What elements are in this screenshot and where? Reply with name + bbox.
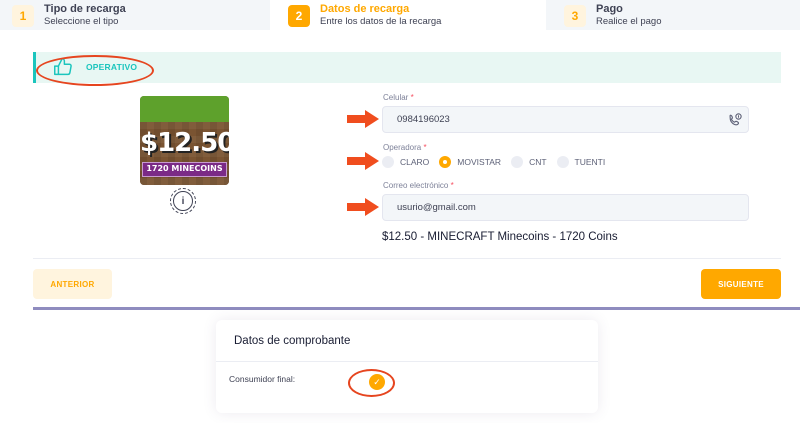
step-tipo-de-recarga[interactable]: 1 Tipo de recarga Seleccione el tipo bbox=[0, 0, 270, 30]
operator-label: Operadora * bbox=[383, 143, 427, 152]
operator-radio-group: CLARO MOVISTAR CNT TUENTI bbox=[382, 156, 615, 168]
arrow-right-icon bbox=[347, 110, 379, 128]
info-icon[interactable]: i bbox=[170, 188, 196, 214]
radio-tuenti[interactable] bbox=[556, 156, 569, 168]
radio-label: TUENTI bbox=[574, 157, 606, 167]
annotation-circle bbox=[36, 55, 154, 86]
product-badge: 1720 MINECOINS bbox=[146, 164, 223, 173]
phone-label: Celular * bbox=[383, 93, 414, 102]
annotation-circle bbox=[348, 369, 395, 397]
email-label: Correo electrónico * bbox=[383, 181, 454, 190]
email-field[interactable]: usurio@gmail.com bbox=[382, 194, 749, 221]
phone-value: 0984196023 bbox=[397, 114, 450, 125]
card-title: Datos de comprobante bbox=[216, 320, 598, 362]
phone-field[interactable]: 0984196023 bbox=[382, 106, 749, 133]
previous-button[interactable]: ANTERIOR bbox=[33, 269, 112, 299]
next-button[interactable]: SIGUIENTE bbox=[701, 269, 781, 299]
radio-label: CNT bbox=[529, 157, 547, 167]
radio-cnt[interactable] bbox=[511, 156, 524, 168]
step-datos-de-recarga[interactable]: 2 Datos de recarga Entre los datos de la… bbox=[270, 0, 546, 30]
step-subtitle: Realice el pago bbox=[596, 16, 662, 27]
email-value: usurio@gmail.com bbox=[397, 202, 476, 213]
step-title: Tipo de recarga bbox=[44, 3, 126, 15]
product-grass bbox=[140, 96, 229, 122]
phone-icon[interactable] bbox=[728, 113, 742, 127]
arrow-right-icon bbox=[347, 152, 379, 170]
step-number: 3 bbox=[564, 5, 586, 27]
card-body: Consumidor final: ✓ bbox=[216, 362, 598, 413]
arrow-right-icon bbox=[347, 198, 379, 216]
comprobante-card: Datos de comprobante Consumidor final: ✓ bbox=[216, 320, 598, 413]
step-subtitle: Entre los datos de la recarga bbox=[320, 16, 442, 27]
step-title: Pago bbox=[596, 3, 623, 15]
step-pago[interactable]: 3 Pago Realice el pago bbox=[546, 0, 800, 30]
radio-claro[interactable] bbox=[382, 156, 394, 168]
consumer-final-label: Consumidor final: bbox=[229, 374, 296, 384]
step-title: Datos de recarga bbox=[320, 3, 410, 15]
radio-label: CLARO bbox=[400, 157, 430, 167]
recharge-page: 1 Tipo de recarga Seleccione el tipo 2 D… bbox=[0, 0, 800, 423]
product-image: $12.50 1720 MINECOINS bbox=[140, 96, 229, 185]
radio-movistar[interactable] bbox=[439, 156, 452, 168]
radio-label: MOVISTAR bbox=[457, 157, 502, 167]
step-number: 2 bbox=[288, 5, 310, 27]
section-divider bbox=[33, 307, 800, 310]
stepper: 1 Tipo de recarga Seleccione el tipo 2 D… bbox=[0, 0, 800, 30]
divider bbox=[33, 258, 781, 259]
step-number: 1 bbox=[12, 5, 34, 27]
recharge-summary: $12.50 - MINECRAFT Minecoins - 1720 Coin… bbox=[382, 231, 618, 243]
step-subtitle: Seleccione el tipo bbox=[44, 16, 119, 27]
product-price: $12.50 bbox=[140, 128, 229, 158]
